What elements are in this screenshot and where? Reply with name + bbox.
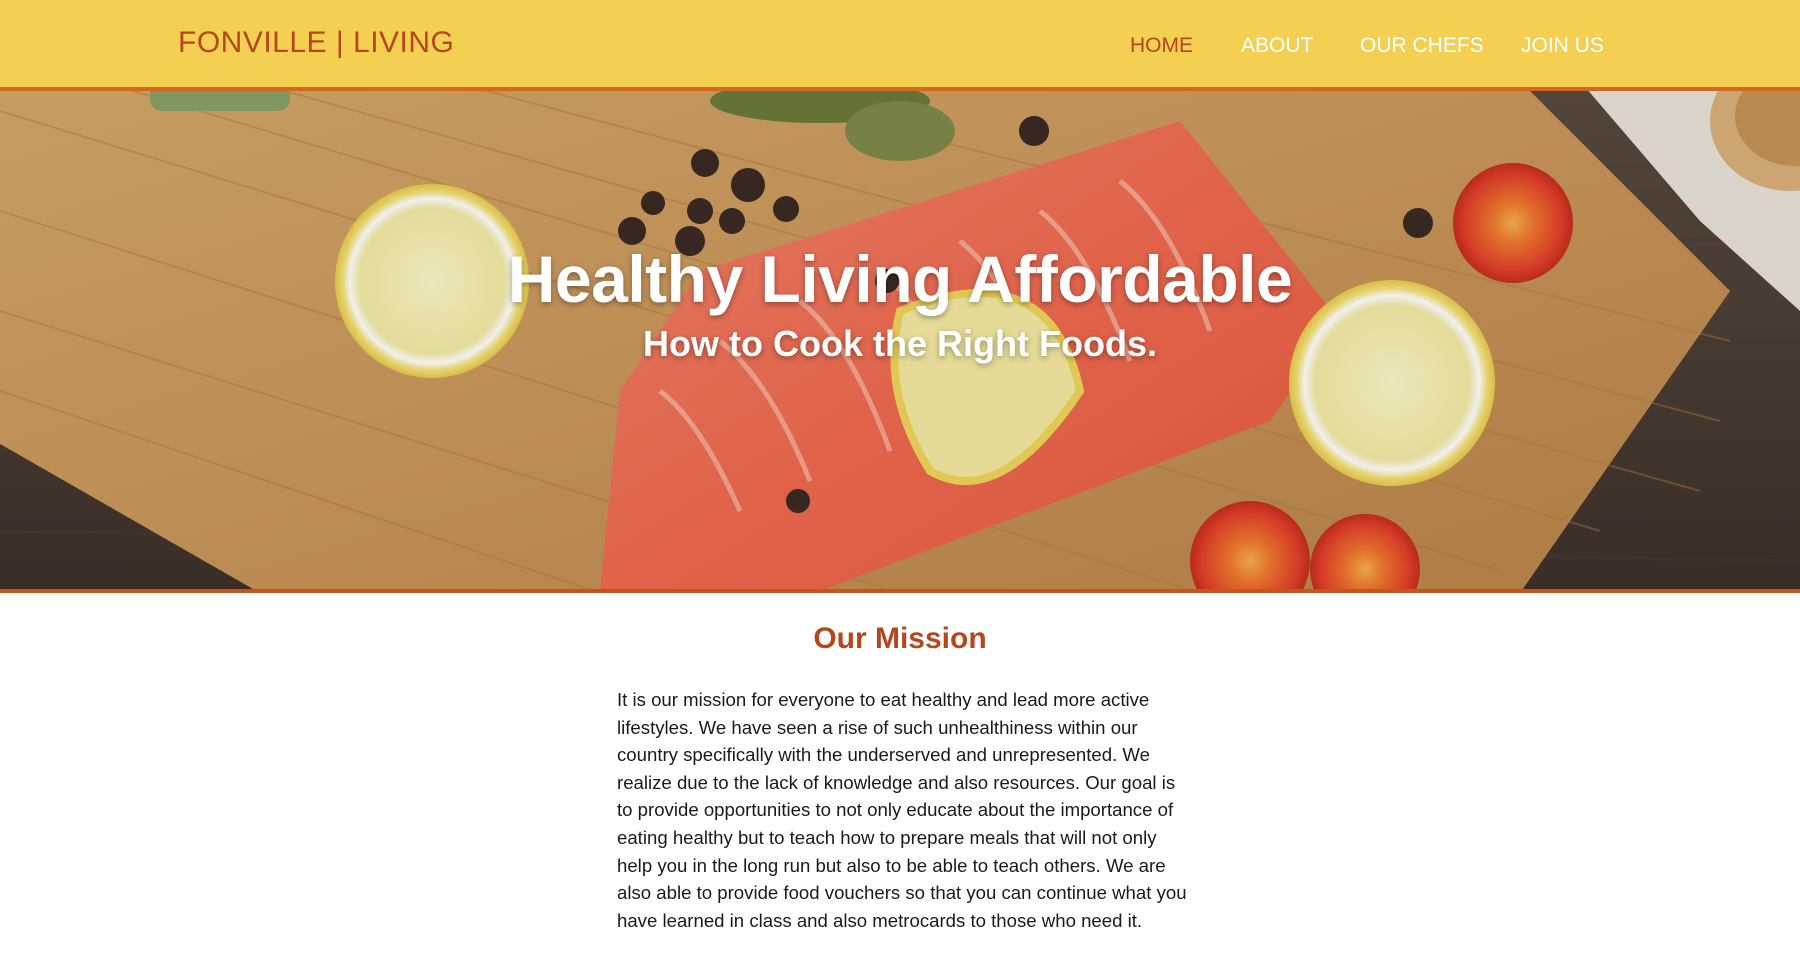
top-navigation-bar: FONVILLE | LIVING HOME ABOUT OUR CHEFS J… [0, 0, 1800, 91]
nav-home-link[interactable]: HOME [1130, 34, 1193, 58]
main-nav: HOME ABOUT OUR CHEFS JOIN US [0, 34, 1800, 64]
hero-title: Healthy Living Affordable [507, 242, 1293, 316]
nav-join-us-link[interactable]: JOIN US [1521, 34, 1604, 58]
nav-about-link[interactable]: ABOUT [1241, 34, 1313, 58]
mission-paragraph: It is our mission for everyone to eat he… [617, 689, 1187, 931]
hero-banner: Healthy Living Affordable How to Cook th… [0, 91, 1800, 593]
nav-our-chefs-link[interactable]: OUR CHEFS [1360, 34, 1484, 58]
hero-subtitle: How to Cook the Right Foods. [643, 323, 1157, 364]
mission-heading: Our Mission [813, 622, 987, 655]
